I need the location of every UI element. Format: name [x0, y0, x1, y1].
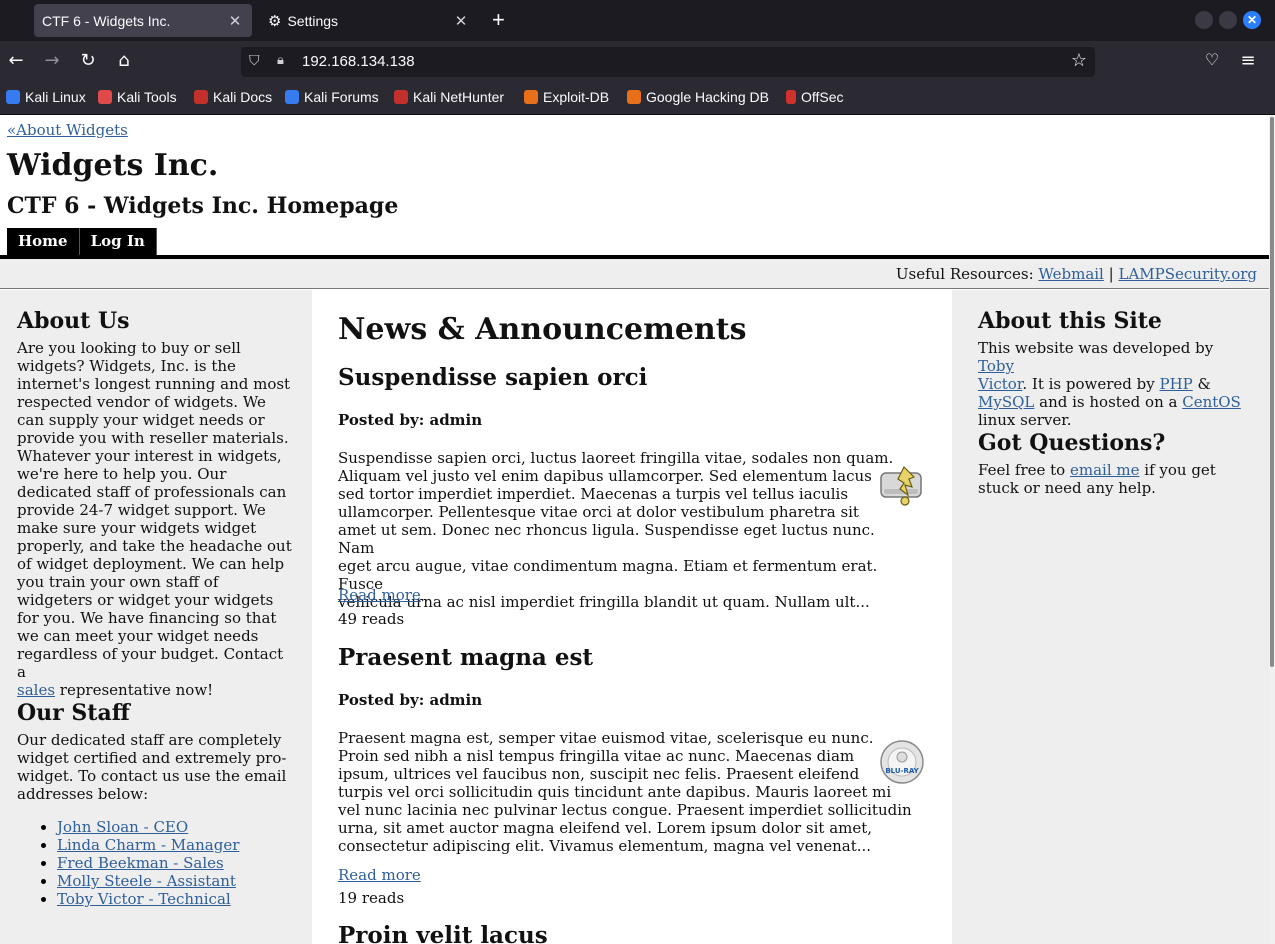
lock-icon[interactable]: 🔒︎	[277, 53, 284, 68]
post-body: Suspendisse sapien orci, luctus laoreet …	[338, 449, 894, 611]
blu-ray-disc-icon: BLU-RAY	[880, 740, 924, 784]
staff-link[interactable]: Fred Beekman - Sales	[57, 854, 224, 872]
bookmark-kali-nethunter[interactable]: Kali NetHunter	[394, 89, 504, 105]
site-menu: Home Log In	[7, 228, 157, 255]
bookmark-google-hacking-db[interactable]: Google Hacking DB	[627, 89, 769, 105]
webmail-link[interactable]: Webmail	[1038, 265, 1103, 283]
list-item: Toby Victor - Technical	[57, 890, 239, 908]
our-staff-heading: Our Staff	[17, 700, 130, 726]
kali-docs-icon	[194, 90, 208, 104]
staff-link[interactable]: Toby Victor - Technical	[57, 890, 231, 908]
kali-forums-icon	[285, 90, 299, 104]
tab-settings[interactable]: ⚙ Settings ✕	[260, 4, 478, 37]
menu-login[interactable]: Log In	[79, 228, 157, 255]
our-staff-text: Our dedicated staff are completely widge…	[17, 731, 287, 803]
post-title[interactable]: Suspendisse sapien orci	[338, 364, 647, 391]
bookmarks-toolbar: Kali Linux Kali Tools Kali Docs Kali For…	[0, 83, 1275, 115]
home-icon[interactable]: ⌂	[112, 50, 136, 71]
toby-victor-link[interactable]: Toby	[978, 357, 1014, 375]
list-item: Molly Steele - Assistant	[57, 872, 239, 890]
useful-resources-bar: Useful Resources: Webmail | LAMPSecurity…	[0, 259, 1269, 289]
got-questions-text: Feel free to email me if you get stuck o…	[978, 461, 1216, 497]
read-more-link[interactable]: Read more	[338, 866, 421, 884]
right-sidebar: About this Site This website was develop…	[952, 290, 1269, 944]
offsec-icon	[786, 90, 796, 104]
kali-tools-icon	[98, 90, 112, 104]
maximize-button[interactable]	[1219, 11, 1237, 29]
news-heading: News & Announcements	[338, 312, 747, 347]
exploit-db-icon	[524, 90, 538, 104]
sales-link[interactable]: sales	[17, 681, 55, 699]
got-questions-heading: Got Questions?	[978, 430, 1166, 456]
post-title[interactable]: Proin velit lacus	[338, 922, 548, 944]
nethunter-icon	[394, 90, 408, 104]
tracking-shield-icon[interactable]: ⛉	[249, 53, 260, 69]
kali-dragon-icon	[6, 90, 20, 104]
about-us-text: Are you looking to buy or sell widgets? …	[17, 339, 292, 699]
post-body: Praesent magna est, semper vitae euismod…	[338, 729, 912, 855]
tab-ctf6[interactable]: CTF 6 - Widgets Inc. ✕	[34, 4, 252, 37]
tab-bar: CTF 6 - Widgets Inc. ✕ ⚙ Settings ✕ + ✕	[0, 0, 1275, 41]
close-tab-icon[interactable]: ✕	[452, 12, 470, 30]
read-more-link[interactable]: Read more	[338, 586, 421, 604]
minimize-button[interactable]	[1195, 11, 1213, 29]
new-tab-button[interactable]: +	[492, 8, 505, 32]
list-item: Linda Charm - Manager	[57, 836, 239, 854]
tab-title: CTF 6 - Widgets Inc.	[42, 12, 171, 29]
back-arrow-icon[interactable]: ←	[4, 50, 28, 71]
centos-link[interactable]: CentOS	[1182, 393, 1241, 411]
about-site-heading: About this Site	[978, 308, 1162, 334]
pocket-icon[interactable]: ♡	[1200, 50, 1224, 69]
close-window-button[interactable]: ✕	[1243, 11, 1261, 29]
site-title: Widgets Inc.	[7, 148, 219, 183]
reload-icon[interactable]: ↻	[76, 50, 100, 71]
bookmark-exploit-db[interactable]: Exploit-DB	[524, 89, 609, 105]
menu-hamburger-icon[interactable]: ≡	[1236, 50, 1260, 71]
bookmark-kali-linux[interactable]: Kali Linux	[6, 89, 86, 105]
post-author: Posted by: admin	[338, 411, 483, 429]
tab-title: Settings	[287, 12, 339, 29]
read-count: 49 reads	[338, 610, 405, 628]
forward-arrow-icon[interactable]: →	[40, 50, 64, 71]
close-tab-icon[interactable]: ✕	[226, 12, 244, 30]
email-me-link[interactable]: email me	[1070, 461, 1140, 479]
about-widgets-link[interactable]: «About Widgets	[7, 121, 128, 139]
about-site-text: This website was developed by Toby Victo…	[978, 339, 1241, 429]
post-title[interactable]: Praesent magna est	[338, 644, 593, 671]
toby-victor-link[interactable]: Victor	[978, 375, 1022, 393]
mysql-link[interactable]: MySQL	[978, 393, 1034, 411]
gear-icon: ⚙	[268, 12, 282, 30]
read-count: 19 reads	[338, 889, 405, 907]
bookmark-kali-docs[interactable]: Kali Docs	[194, 89, 272, 105]
php-link[interactable]: PHP	[1160, 375, 1193, 393]
navigation-toolbar: ← → ↻ ⌂ ⛉ 🔒︎ 192.168.134.138 ☆ ♡ ≡	[0, 41, 1275, 83]
lampsecurity-link[interactable]: LAMPSecurity.org	[1118, 265, 1257, 283]
url-text[interactable]: 192.168.134.138	[302, 53, 415, 70]
staff-list: John Sloan - CEO Linda Charm - Manager F…	[17, 818, 239, 908]
staff-link[interactable]: Linda Charm - Manager	[57, 836, 239, 854]
disc-label: BLU-RAY	[885, 767, 919, 775]
bookmark-offsec[interactable]: OffSec	[786, 89, 844, 105]
about-us-heading: About Us	[17, 308, 130, 334]
bookmark-kali-tools[interactable]: Kali Tools	[98, 89, 177, 105]
scrollbar-thumb[interactable]	[1270, 117, 1274, 667]
address-bar[interactable]: ⛉ 🔒︎ 192.168.134.138 ☆	[241, 47, 1095, 77]
staff-link[interactable]: John Sloan - CEO	[57, 818, 188, 836]
menu-home[interactable]: Home	[7, 228, 80, 255]
post-author: Posted by: admin	[338, 691, 483, 709]
archive-drive-icon	[880, 465, 922, 506]
page-subtitle: CTF 6 - Widgets Inc. Homepage	[7, 193, 399, 219]
web-page: «About Widgets Widgets Inc. CTF 6 - Widg…	[0, 115, 1269, 944]
list-item: Fred Beekman - Sales	[57, 854, 239, 872]
list-item: John Sloan - CEO	[57, 818, 239, 836]
bookmark-kali-forums[interactable]: Kali Forums	[285, 89, 379, 105]
ghdb-icon	[627, 90, 641, 104]
left-sidebar: About Us Are you looking to buy or sell …	[0, 290, 312, 944]
staff-link[interactable]: Molly Steele - Assistant	[57, 872, 236, 890]
bookmark-star-icon[interactable]: ☆	[1071, 50, 1087, 71]
